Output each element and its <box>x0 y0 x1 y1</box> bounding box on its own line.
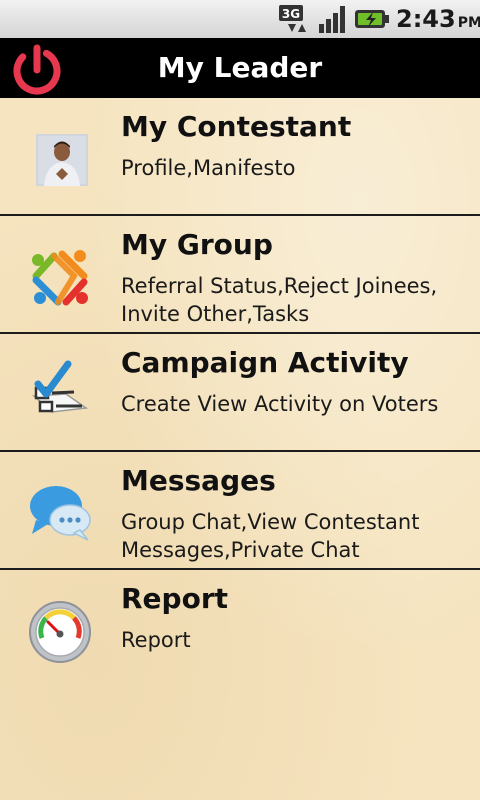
3g-icon: 3G <box>279 5 306 32</box>
menu-list: My Contestant Profile,Manifesto My Group… <box>0 98 480 800</box>
chat-bubble-icon <box>30 486 91 541</box>
menu-item-campaign-activity[interactable]: Campaign Activity Create View Activity o… <box>0 334 480 452</box>
status-time: 2:43 PM <box>396 4 480 34</box>
menu-item-description: Group Chat,View Contestant Messages,Priv… <box>121 510 420 562</box>
menu-item-title: Campaign Activity <box>121 346 409 379</box>
menu-item-title: My Contestant <box>121 110 352 143</box>
menu-item-report[interactable]: Report Report <box>0 570 480 686</box>
checklist-icon <box>32 360 89 413</box>
gauge-icon <box>29 601 91 663</box>
menu-item-title: Messages <box>121 464 276 497</box>
app-bar: My Leader <box>0 38 480 98</box>
time-text: 2:43 <box>396 5 456 33</box>
menu-item-description: Referral Status,Reject Joinees, Invite O… <box>121 274 438 326</box>
page-title: My Leader <box>157 51 323 84</box>
status-bar: 3G 2:43 PM <box>0 0 480 39</box>
menu-item-messages[interactable]: Messages Group Chat,View Contestant Mess… <box>0 452 480 570</box>
menu-item-title: Report <box>121 582 229 615</box>
menu-item-description: Profile,Manifesto <box>121 156 296 180</box>
signal-icon <box>319 6 345 33</box>
ampm-text: PM <box>457 15 480 31</box>
battery-charging-icon <box>355 10 389 28</box>
contestant-photo-icon <box>36 134 88 186</box>
menu-item-my-group[interactable]: My Group Referral Status,Reject Joinees,… <box>0 216 480 334</box>
group-icon <box>32 250 88 306</box>
svg-text:3G: 3G <box>282 7 300 21</box>
menu-item-title: My Group <box>121 228 273 261</box>
menu-item-description: Create View Activity on Voters <box>121 392 439 416</box>
menu-item-description: Report <box>121 628 191 652</box>
menu-item-my-contestant[interactable]: My Contestant Profile,Manifesto <box>0 98 480 216</box>
